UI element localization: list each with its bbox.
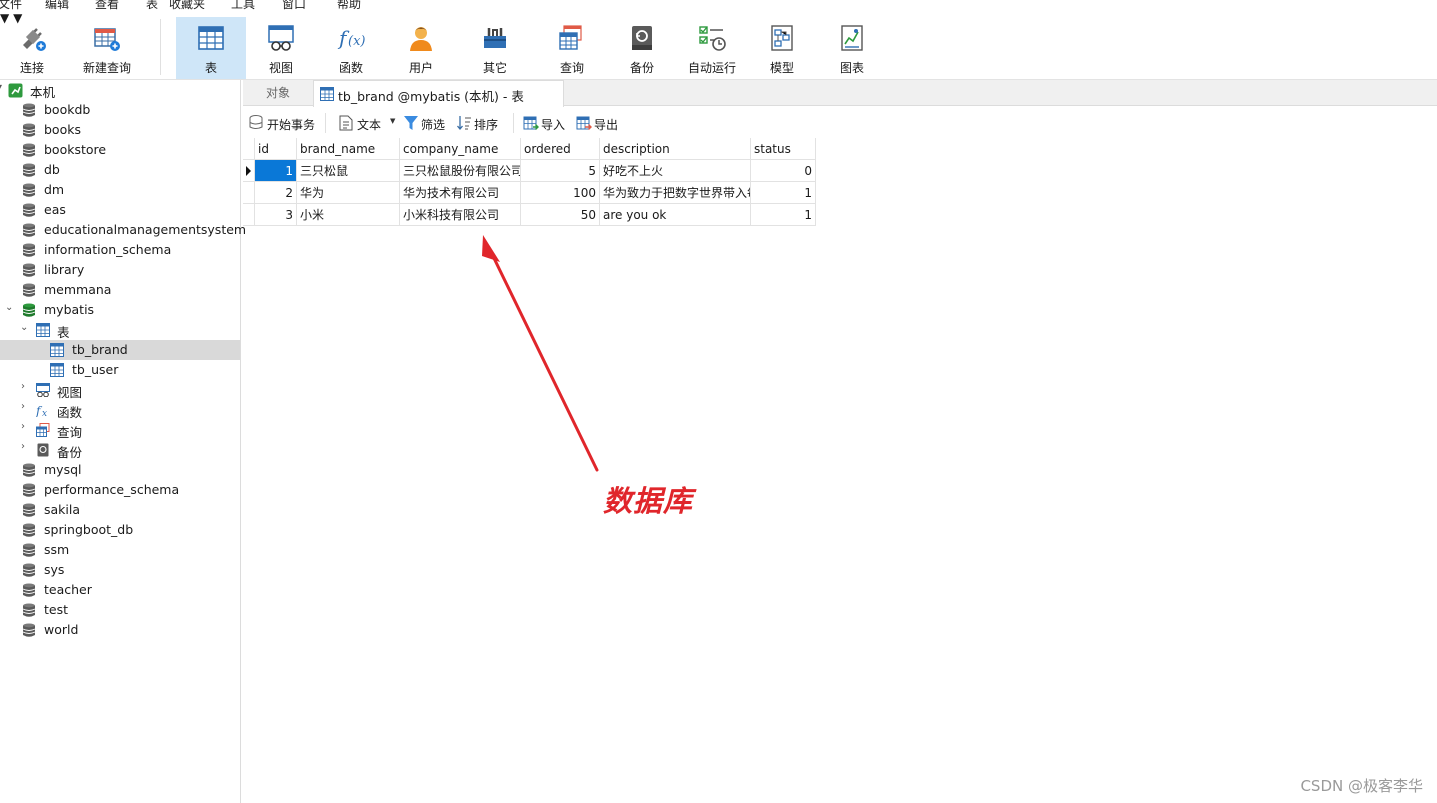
navicat-window: 文件 编辑 查看 表 收藏夹 工具 窗口 帮助 连接 ▼ 新建查询 表 视图 f… xyxy=(0,0,1437,803)
annotation-arrow xyxy=(482,235,599,472)
annotation-label: 数据库 xyxy=(603,484,694,518)
watermark: CSDN @极客李华 xyxy=(1300,777,1423,795)
